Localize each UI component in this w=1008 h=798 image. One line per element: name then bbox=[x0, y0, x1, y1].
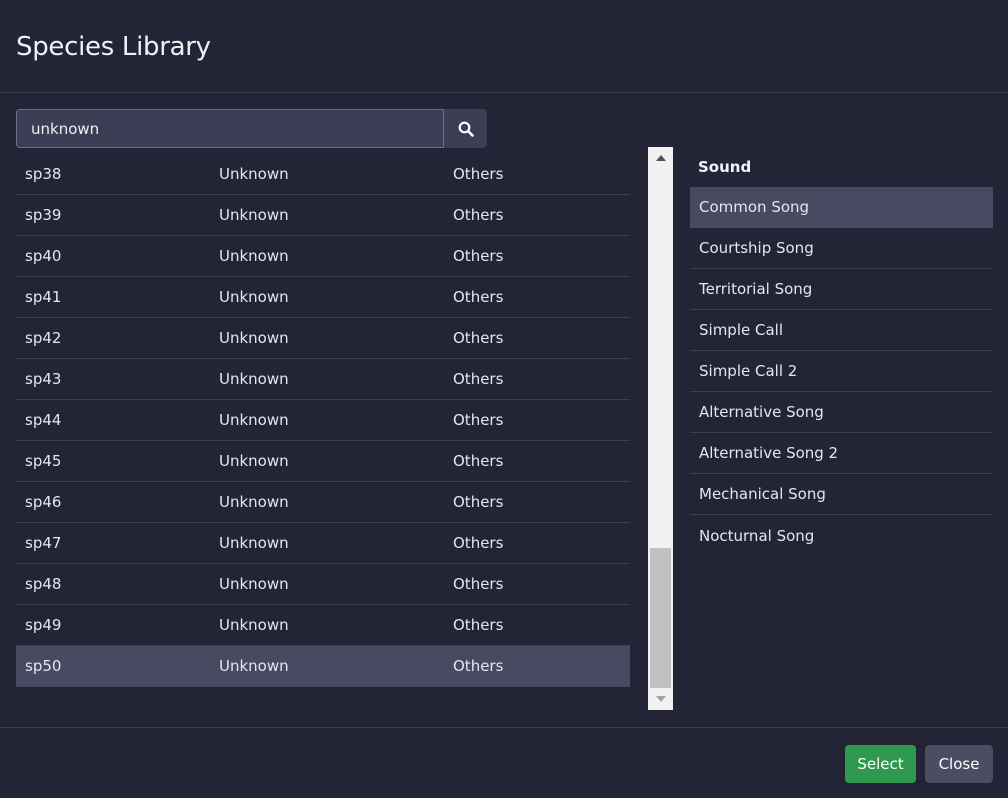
sound-item[interactable]: Territorial Song bbox=[690, 269, 993, 310]
close-button[interactable]: Close bbox=[925, 745, 993, 783]
species-row[interactable]: sp40 Unknown Others bbox=[16, 236, 630, 277]
species-row[interactable]: sp48 Unknown Others bbox=[16, 564, 630, 605]
species-id: sp43 bbox=[25, 370, 62, 388]
species-name: Unknown bbox=[219, 411, 289, 429]
select-button[interactable]: Select bbox=[845, 745, 916, 783]
species-id: sp41 bbox=[25, 288, 62, 306]
species-row[interactable]: sp44 Unknown Others bbox=[16, 400, 630, 441]
search-bar bbox=[16, 109, 487, 148]
species-group: Others bbox=[453, 452, 504, 470]
species-name: Unknown bbox=[219, 165, 289, 183]
species-id: sp45 bbox=[25, 452, 62, 470]
dialog-title: Species Library bbox=[16, 32, 211, 62]
sound-list: Common Song Courtship Song Territorial Son… bbox=[690, 187, 993, 556]
species-id: sp50 bbox=[25, 657, 62, 675]
sound-item[interactable]: Alternative Song 2 bbox=[690, 433, 993, 474]
species-id: sp42 bbox=[25, 329, 62, 347]
sound-item[interactable]: Simple Call 2 bbox=[690, 351, 993, 392]
species-row[interactable]: sp50 Unknown Others bbox=[16, 646, 630, 687]
species-row[interactable]: sp42 Unknown Others bbox=[16, 318, 630, 359]
species-group: Others bbox=[453, 657, 504, 675]
species-group: Others bbox=[453, 575, 504, 593]
species-group: Others bbox=[453, 493, 504, 511]
sound-item[interactable]: Common Song bbox=[690, 187, 993, 228]
sound-item-label: Courtship Song bbox=[699, 239, 814, 257]
species-id: sp44 bbox=[25, 411, 62, 429]
species-name: Unknown bbox=[219, 493, 289, 511]
species-group: Others bbox=[453, 329, 504, 347]
species-id: sp47 bbox=[25, 534, 62, 552]
species-row[interactable]: sp39 Unknown Others bbox=[16, 195, 630, 236]
species-group: Others bbox=[453, 534, 504, 552]
species-row[interactable]: sp41 Unknown Others bbox=[16, 277, 630, 318]
species-name: Unknown bbox=[219, 534, 289, 552]
scroll-up-arrow-icon bbox=[655, 155, 666, 161]
sound-item-label: Simple Call bbox=[699, 321, 783, 339]
search-button[interactable] bbox=[444, 109, 487, 148]
species-group: Others bbox=[453, 165, 504, 183]
sound-panel: Sound Common Song Courtship Song Territori… bbox=[690, 147, 993, 556]
species-row[interactable]: sp49 Unknown Others bbox=[16, 605, 630, 646]
sound-item-label: Simple Call 2 bbox=[699, 362, 798, 380]
species-group: Others bbox=[453, 206, 504, 224]
species-name: Unknown bbox=[219, 247, 289, 265]
search-icon bbox=[458, 121, 474, 137]
species-id: sp46 bbox=[25, 493, 62, 511]
species-name: Unknown bbox=[219, 206, 289, 224]
species-name: Unknown bbox=[219, 370, 289, 388]
sound-item-label: Nocturnal Song bbox=[699, 526, 815, 545]
search-input[interactable] bbox=[16, 109, 444, 148]
species-row[interactable]: sp45 Unknown Others bbox=[16, 441, 630, 482]
species-row[interactable]: sp38 Unknown Others bbox=[16, 154, 630, 195]
species-name: Unknown bbox=[219, 575, 289, 593]
species-group: Others bbox=[453, 247, 504, 265]
scroll-down-arrow-icon bbox=[655, 696, 666, 702]
sound-item[interactable]: Nocturnal Song bbox=[690, 515, 993, 556]
species-group: Others bbox=[453, 616, 504, 634]
species-name: Unknown bbox=[219, 616, 289, 634]
species-row[interactable]: sp43 Unknown Others bbox=[16, 359, 630, 400]
sound-item[interactable]: Alternative Song bbox=[690, 392, 993, 433]
species-name: Unknown bbox=[219, 657, 289, 675]
scroll-thumb[interactable] bbox=[650, 548, 671, 688]
species-group: Others bbox=[453, 411, 504, 429]
species-row[interactable]: sp46 Unknown Others bbox=[16, 482, 630, 523]
sound-item[interactable]: Mechanical Song bbox=[690, 474, 993, 515]
sound-item[interactable]: Courtship Song bbox=[690, 228, 993, 269]
species-group: Others bbox=[453, 288, 504, 306]
species-group: Others bbox=[453, 370, 504, 388]
species-id: sp39 bbox=[25, 206, 62, 224]
sound-item-label: Territorial Song bbox=[699, 280, 813, 298]
species-list-scrollbar[interactable] bbox=[648, 147, 673, 710]
species-id: sp40 bbox=[25, 247, 62, 265]
species-name: Unknown bbox=[219, 288, 289, 306]
species-id: sp48 bbox=[25, 575, 62, 593]
species-row[interactable]: sp47 Unknown Others bbox=[16, 523, 630, 564]
scroll-down-button[interactable] bbox=[648, 688, 673, 710]
species-name: Unknown bbox=[219, 329, 289, 347]
sound-item-label: Common Song bbox=[699, 198, 810, 216]
sound-item[interactable]: Simple Call bbox=[690, 310, 993, 351]
footer-divider bbox=[0, 727, 1008, 728]
sound-item-label: Mechanical Song bbox=[699, 485, 826, 503]
scroll-up-button[interactable] bbox=[648, 147, 673, 169]
sound-header: Sound bbox=[698, 158, 752, 176]
sound-item-label: Alternative Song 2 bbox=[699, 444, 839, 462]
species-id: sp49 bbox=[25, 616, 62, 634]
species-name: Unknown bbox=[219, 452, 289, 470]
species-id: sp38 bbox=[25, 165, 62, 183]
header-divider bbox=[0, 92, 1008, 93]
sound-item-label: Alternative Song bbox=[699, 403, 824, 421]
species-list: sp38 Unknown Others sp39 Unknown Others sp40 Un… bbox=[16, 154, 630, 687]
